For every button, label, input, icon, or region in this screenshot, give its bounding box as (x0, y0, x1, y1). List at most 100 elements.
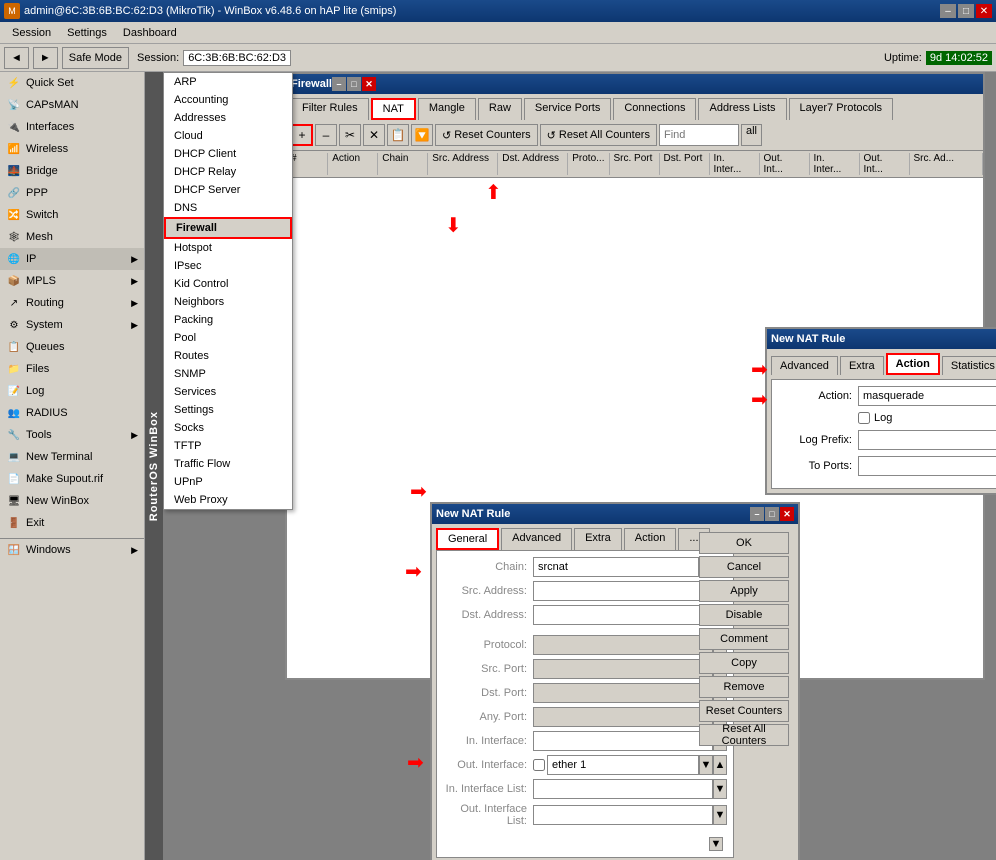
sidebar-item-tools[interactable]: 🔧 Tools ▶ (0, 424, 144, 446)
submenu-ipsec[interactable]: IPsec (164, 257, 292, 275)
submenu-upnp[interactable]: UPnP (164, 473, 292, 491)
sidebar-item-supout[interactable]: 📄 Make Supout.rif (0, 468, 144, 490)
safe-mode-button[interactable]: Safe Mode (62, 47, 129, 69)
nat-remove-btn[interactable]: Remove (699, 676, 789, 698)
back-button[interactable]: ◄ (4, 47, 29, 69)
src-port-input[interactable] (533, 659, 713, 679)
nat-copy-btn[interactable]: Copy (699, 652, 789, 674)
sidebar-item-mpls[interactable]: 📦 MPLS ▶ (0, 270, 144, 292)
tab-general[interactable]: General (436, 528, 499, 550)
submenu-dhcp-server[interactable]: DHCP Server (164, 181, 292, 199)
dst-port-input[interactable] (533, 683, 713, 703)
sidebar-item-files[interactable]: 📁 Files (0, 358, 144, 380)
fw-close-btn[interactable]: ✕ (362, 77, 376, 91)
fw-cut-btn[interactable]: ✂ (339, 124, 361, 146)
menu-dashboard[interactable]: Dashboard (115, 25, 185, 41)
sidebar-item-windows[interactable]: 🪟 Windows ▶ (0, 539, 144, 561)
nat-apply-btn[interactable]: Apply (699, 580, 789, 602)
submenu-tftp[interactable]: TFTP (164, 437, 292, 455)
fw-reset-counters-btn[interactable]: ↺ Reset Counters (435, 124, 538, 146)
tab-action-action[interactable]: Action (886, 353, 940, 375)
tab-action-advanced[interactable]: Advanced (771, 356, 838, 375)
submenu-firewall[interactable]: Firewall (164, 217, 292, 239)
nat-content-scroll-down[interactable]: ▼ (709, 837, 723, 851)
close-button[interactable]: ✕ (976, 4, 992, 18)
sidebar-item-system[interactable]: ⚙ System ▶ (0, 314, 144, 336)
submenu-neighbors[interactable]: Neighbors (164, 293, 292, 311)
submenu-traffic-flow[interactable]: Traffic Flow (164, 455, 292, 473)
tab-mangle[interactable]: Mangle (418, 98, 476, 120)
to-ports-input[interactable] (858, 456, 996, 476)
sidebar-item-capsman[interactable]: 📡 CAPsMAN (0, 94, 144, 116)
sidebar-item-routing[interactable]: ↗ Routing ▶ (0, 292, 144, 314)
tab-layer7[interactable]: Layer7 Protocols (789, 98, 894, 120)
submenu-addresses[interactable]: Addresses (164, 109, 292, 127)
nat-reset-counters-btn[interactable]: Reset Counters (699, 700, 789, 722)
tab-filter-rules[interactable]: Filter Rules (291, 98, 369, 120)
src-address-input[interactable] (533, 581, 713, 601)
fw-delete-btn[interactable]: ✕ (363, 124, 385, 146)
tab-action-statistics[interactable]: Statistics (942, 356, 996, 375)
sidebar-item-wireless[interactable]: 📶 Wireless (0, 138, 144, 160)
nat-comment-btn[interactable]: Comment (699, 628, 789, 650)
nat-reset-all-btn[interactable]: Reset All Counters (699, 724, 789, 746)
fw-remove-btn[interactable]: – (315, 124, 337, 146)
sidebar-item-queues[interactable]: 📋 Queues (0, 336, 144, 358)
sidebar-item-log[interactable]: 📝 Log (0, 380, 144, 402)
fw-reset-all-btn[interactable]: ↺ Reset All Counters (540, 124, 657, 146)
fw-min-btn[interactable]: – (332, 77, 346, 91)
out-ifl-dropdown-btn[interactable]: ▼ (713, 805, 727, 825)
menu-session[interactable]: Session (4, 25, 59, 41)
nat-general-close-btn[interactable]: ✕ (780, 507, 794, 521)
submenu-dhcp-relay[interactable]: DHCP Relay (164, 163, 292, 181)
sidebar-item-bridge[interactable]: 🌉 Bridge (0, 160, 144, 182)
fw-find-input[interactable] (659, 124, 739, 146)
submenu-accounting[interactable]: Accounting (164, 91, 292, 109)
sidebar-item-switch[interactable]: 🔀 Switch (0, 204, 144, 226)
menu-settings[interactable]: Settings (59, 25, 115, 41)
tab-advanced[interactable]: Advanced (501, 528, 572, 550)
sidebar-item-ppp[interactable]: 🔗 PPP (0, 182, 144, 204)
dst-address-input[interactable] (533, 605, 713, 625)
fw-max-btn[interactable]: □ (347, 77, 361, 91)
sidebar-item-mesh[interactable]: 🕸 Mesh (0, 226, 144, 248)
protocol-input[interactable] (533, 635, 713, 655)
nat-disable-btn[interactable]: Disable (699, 604, 789, 626)
maximize-button[interactable]: □ (958, 4, 974, 18)
minimize-button[interactable]: – (940, 4, 956, 18)
sidebar-item-ip[interactable]: 🌐 IP ▶ (0, 248, 144, 270)
sidebar-item-terminal[interactable]: 💻 New Terminal (0, 446, 144, 468)
submenu-web-proxy[interactable]: Web Proxy (164, 491, 292, 509)
log-prefix-input[interactable] (858, 430, 996, 450)
submenu-services[interactable]: Services (164, 383, 292, 401)
in-ifl-dropdown-btn[interactable]: ▼ (713, 779, 727, 799)
out-interface-checkbox[interactable] (533, 759, 545, 771)
submenu-routes[interactable]: Routes (164, 347, 292, 365)
nat-cancel-btn[interactable]: Cancel (699, 556, 789, 578)
sidebar-item-quickset[interactable]: ⚡ Quick Set (0, 72, 144, 94)
tab-raw[interactable]: Raw (478, 98, 522, 120)
sidebar-item-newwinbox[interactable]: 🖥 New WinBox (0, 490, 144, 512)
tab-service-ports[interactable]: Service Ports (524, 98, 611, 120)
tab-action-extra[interactable]: Extra (840, 356, 884, 375)
fw-filter-btn[interactable]: 🔽 (411, 124, 433, 146)
tab-action[interactable]: Action (624, 528, 677, 550)
out-interface-list-input[interactable] (533, 805, 713, 825)
sidebar-item-interfaces[interactable]: 🔌 Interfaces (0, 116, 144, 138)
forward-button[interactable]: ► (33, 47, 58, 69)
in-interface-list-input[interactable] (533, 779, 713, 799)
sidebar-item-exit[interactable]: 🚪 Exit (0, 512, 144, 534)
submenu-arp[interactable]: ARP (164, 73, 292, 91)
submenu-socks[interactable]: Socks (164, 419, 292, 437)
fw-add-btn[interactable]: + (291, 124, 313, 146)
fw-copy-btn[interactable]: 📋 (387, 124, 409, 146)
submenu-dhcp-client[interactable]: DHCP Client (164, 145, 292, 163)
any-port-input[interactable] (533, 707, 713, 727)
submenu-hotspot[interactable]: Hotspot (164, 239, 292, 257)
out-interface-input[interactable] (547, 755, 699, 775)
sidebar-item-radius[interactable]: 👥 RADIUS (0, 402, 144, 424)
tab-connections[interactable]: Connections (613, 98, 696, 120)
tab-extra[interactable]: Extra (574, 528, 622, 550)
submenu-cloud[interactable]: Cloud (164, 127, 292, 145)
tab-nat[interactable]: NAT (371, 98, 416, 120)
